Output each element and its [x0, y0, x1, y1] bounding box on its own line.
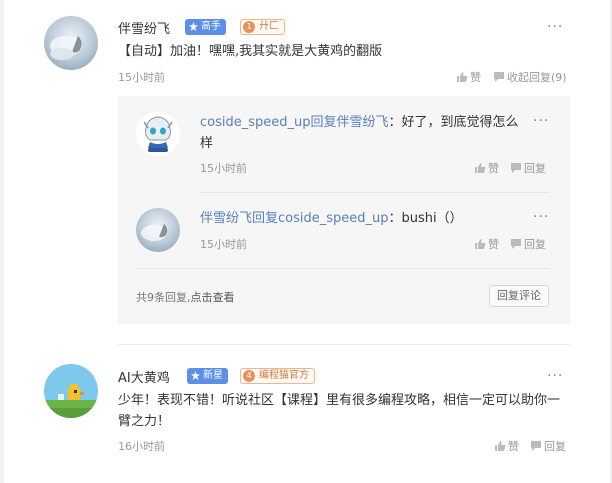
thumbs-up-icon: [475, 163, 486, 173]
like-button[interactable]: 赞: [494, 438, 519, 454]
reply-panel: coside_speed_up回复伴雪纷飞：好了，到底觉得怎么样 ··· 15小…: [118, 96, 570, 324]
thumbs-up-icon: [495, 441, 506, 451]
left-border: [0, 0, 4, 483]
reply-content: coside_speed_up回复伴雪纷飞：好了，到底觉得怎么样: [200, 115, 519, 151]
like-button[interactable]: 赞: [456, 69, 481, 85]
reply-content: 伴雪纷飞回复coside_speed_up：bushi（）: [200, 211, 463, 226]
star-icon: [189, 22, 198, 31]
reply-timestamp: 15小时前: [200, 162, 247, 175]
official-badge: 4 编程猫官方: [240, 368, 315, 384]
thumbs-up-icon: [457, 72, 468, 82]
reply-like-button[interactable]: 赞: [474, 160, 499, 176]
reply-avatar[interactable]: [136, 208, 180, 252]
level-badge: 高手: [185, 19, 226, 35]
comment-separator: [118, 344, 570, 345]
reply-count: 共9条回复,: [136, 291, 191, 304]
star-icon: [191, 371, 200, 380]
comment-icon: [494, 72, 504, 82]
reply-more-options-icon[interactable]: ···: [533, 114, 549, 128]
timestamp: 15小时前: [118, 71, 165, 84]
comment-icon: [531, 441, 541, 451]
reply-timestamp: 15小时前: [200, 238, 247, 251]
reply-divider: [200, 192, 550, 193]
reply-reply-button[interactable]: 回复: [510, 160, 546, 176]
view-all-replies-link[interactable]: 点击查看: [191, 291, 235, 304]
avatar[interactable]: [44, 364, 98, 418]
username[interactable]: 伴雪纷飞: [118, 18, 170, 37]
comment-icon: [511, 163, 521, 173]
reply-reply-button[interactable]: 回复: [510, 236, 546, 252]
reply-comment-button[interactable]: 回复评论: [489, 285, 549, 307]
reply-button[interactable]: 回复: [530, 438, 566, 454]
reply-like-button[interactable]: 赞: [474, 236, 499, 252]
username[interactable]: AI大黄鸡: [118, 367, 170, 386]
thumbs-up-icon: [475, 239, 486, 249]
reply-summary: 共9条回复,点击查看: [136, 289, 235, 305]
community-badge: 1 廾匚: [240, 19, 285, 35]
badge-number: 4: [243, 370, 255, 382]
more-options-icon[interactable]: ···: [547, 369, 563, 383]
reply-avatar[interactable]: [136, 112, 180, 156]
timestamp: 16小时前: [118, 440, 165, 453]
more-options-icon[interactable]: ···: [547, 20, 563, 34]
comment-content: 【自动】加油！嘿嘿,我其实就是大黄鸡的翻版: [118, 44, 383, 59]
level-badge: 新星: [187, 368, 228, 384]
reply-divider: [136, 268, 550, 269]
comment-icon: [511, 239, 521, 249]
collapse-replies-button[interactable]: 收起回复(9): [493, 69, 567, 85]
reply-more-options-icon[interactable]: ···: [533, 210, 549, 224]
avatar[interactable]: [44, 16, 98, 70]
badge-number: 1: [243, 21, 255, 33]
comment-content: 少年！表现不错！听说社区【课程】里有很多编程攻略，相信一定可以助你一臂之力！: [118, 393, 561, 429]
